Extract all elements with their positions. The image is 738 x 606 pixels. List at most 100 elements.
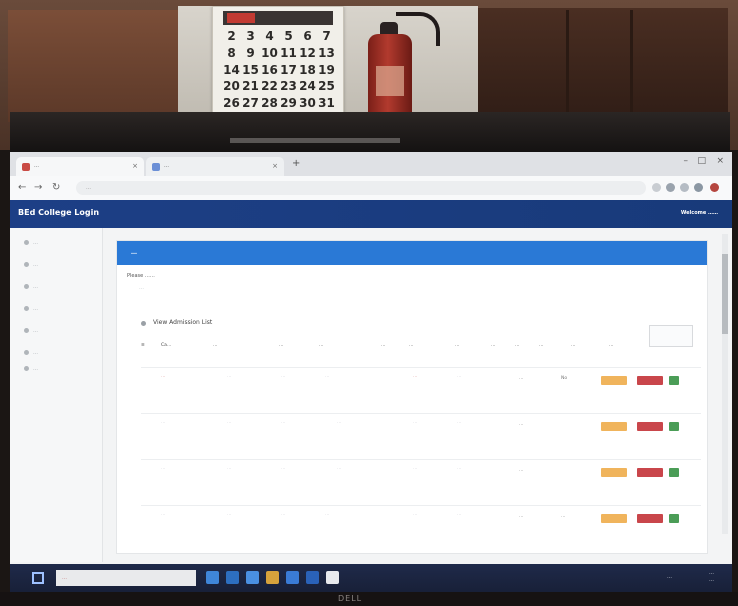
column-header: … xyxy=(279,343,284,348)
delete-button[interactable] xyxy=(637,468,663,477)
taskbar-search-input[interactable]: … xyxy=(56,570,196,586)
calendar-day: 10 xyxy=(261,45,278,60)
edit-button[interactable] xyxy=(601,514,627,523)
tab-close-icon[interactable]: × xyxy=(132,157,138,176)
calendar-day: 25 xyxy=(318,79,335,94)
sidebar-item[interactable]: … xyxy=(24,366,38,376)
tab-favicon-icon xyxy=(152,163,160,171)
calendar-day: 28 xyxy=(261,96,278,111)
browser-tab[interactable]: … × xyxy=(16,157,144,176)
close-icon[interactable]: × xyxy=(716,156,724,166)
sidebar: … … … … … … … xyxy=(10,228,103,562)
table-cell: … xyxy=(227,420,232,425)
edit-button[interactable] xyxy=(601,376,627,385)
profile-avatar[interactable] xyxy=(710,183,719,192)
column-header: … xyxy=(319,343,324,348)
table-cell: … xyxy=(281,512,286,517)
forward-arrow-icon[interactable]: → xyxy=(34,182,42,193)
sidebar-item[interactable]: … xyxy=(24,306,38,316)
sidebar-bullet-icon xyxy=(24,350,29,355)
table-row[interactable]: … … … … … … … … xyxy=(141,505,701,552)
maximize-icon[interactable]: □ xyxy=(697,156,706,166)
wooden-door-right xyxy=(478,8,728,128)
taskbar-app-icon[interactable] xyxy=(246,571,259,584)
back-arrow-icon[interactable]: ← xyxy=(18,182,26,193)
table-cell: … xyxy=(227,466,232,471)
table-cell: … xyxy=(161,466,166,471)
sidebar-item[interactable]: … xyxy=(24,262,38,272)
extension-icon[interactable] xyxy=(652,183,661,192)
panel-note: Please …… xyxy=(127,273,155,279)
system-tray[interactable]: … xyxy=(667,574,672,580)
calendar-day: 15 xyxy=(242,62,259,77)
sidebar-bullet-icon xyxy=(24,262,29,267)
column-header: … xyxy=(409,343,414,348)
file-explorer-icon[interactable] xyxy=(266,571,279,584)
table-cell: … xyxy=(413,374,418,379)
taskbar-app-icon[interactable] xyxy=(226,571,239,584)
app-brand-title[interactable]: BEd College Login xyxy=(18,208,99,217)
sidebar-item[interactable]: … xyxy=(24,284,38,294)
view-button[interactable] xyxy=(669,376,679,385)
sidebar-item[interactable]: … xyxy=(24,350,38,360)
clock-time: … xyxy=(709,570,714,576)
view-admission-list-title: View Admission List xyxy=(153,319,213,326)
column-header: Ca… xyxy=(161,343,172,348)
calendar-day: 21 xyxy=(242,79,259,94)
calendar-day: 13 xyxy=(318,45,335,60)
view-button[interactable] xyxy=(669,422,679,431)
calendar-day: 5 xyxy=(284,29,293,43)
table-cell: … xyxy=(413,420,418,425)
browser-address-bar: ← → ↻ … xyxy=(10,176,732,201)
reload-icon[interactable]: ↻ xyxy=(52,182,60,193)
taskbar-app-icon[interactable] xyxy=(306,571,319,584)
taskbar-clock[interactable]: … … xyxy=(709,570,714,584)
extension-icon[interactable] xyxy=(694,183,703,192)
collapse-toggle-icon[interactable] xyxy=(141,321,146,326)
delete-button[interactable] xyxy=(637,422,663,431)
chrome-icon[interactable] xyxy=(326,571,339,584)
view-button[interactable] xyxy=(669,514,679,523)
status-cell: … xyxy=(519,468,524,473)
column-header: … xyxy=(381,343,386,348)
calendar-day: 27 xyxy=(242,96,259,111)
table-row[interactable]: … … … … … … … No xyxy=(141,367,701,414)
scrollbar-thumb[interactable] xyxy=(722,254,728,334)
browser-tab[interactable]: … × xyxy=(146,157,284,176)
url-field[interactable]: … xyxy=(76,181,646,195)
sidebar-item[interactable]: … xyxy=(24,240,38,250)
extension-icon[interactable] xyxy=(666,183,675,192)
vertical-scrollbar[interactable] xyxy=(722,234,728,534)
edit-button[interactable] xyxy=(601,422,627,431)
extension-icon[interactable] xyxy=(680,183,689,192)
calendar-day: 26 xyxy=(223,96,240,111)
edit-button[interactable] xyxy=(601,468,627,477)
sidebar-bullet-icon xyxy=(24,306,29,311)
table-row[interactable]: … … … … … … … xyxy=(141,459,701,506)
calendar-day: 6 xyxy=(303,29,312,43)
taskbar-app-icon[interactable] xyxy=(206,571,219,584)
table-cell: … xyxy=(227,512,232,517)
table-cell: … xyxy=(325,374,330,379)
delete-button[interactable] xyxy=(637,514,663,523)
column-header: … xyxy=(213,343,218,348)
calendar-day: 12 xyxy=(299,45,316,60)
table-cell: … xyxy=(281,374,286,379)
calendar-day: 11 xyxy=(280,45,297,60)
calendar-day: 23 xyxy=(280,79,297,94)
view-button[interactable] xyxy=(669,468,679,477)
table-cell: … xyxy=(227,374,232,379)
table-cell: … xyxy=(413,512,418,517)
calendar-day: 31 xyxy=(318,96,335,111)
new-tab-button[interactable]: + xyxy=(292,158,300,169)
sidebar-item[interactable]: … xyxy=(24,328,38,338)
start-menu-icon[interactable] xyxy=(32,572,44,584)
calendar-day: 18 xyxy=(299,62,316,77)
tab-close-icon[interactable]: × xyxy=(272,157,278,176)
table-row[interactable]: … … … … … … … xyxy=(141,413,701,460)
delete-button[interactable] xyxy=(637,376,663,385)
table-cell: … xyxy=(161,420,166,425)
column-header: … xyxy=(491,343,496,348)
minimize-icon[interactable]: – xyxy=(684,156,689,166)
taskbar-app-icon[interactable] xyxy=(286,571,299,584)
